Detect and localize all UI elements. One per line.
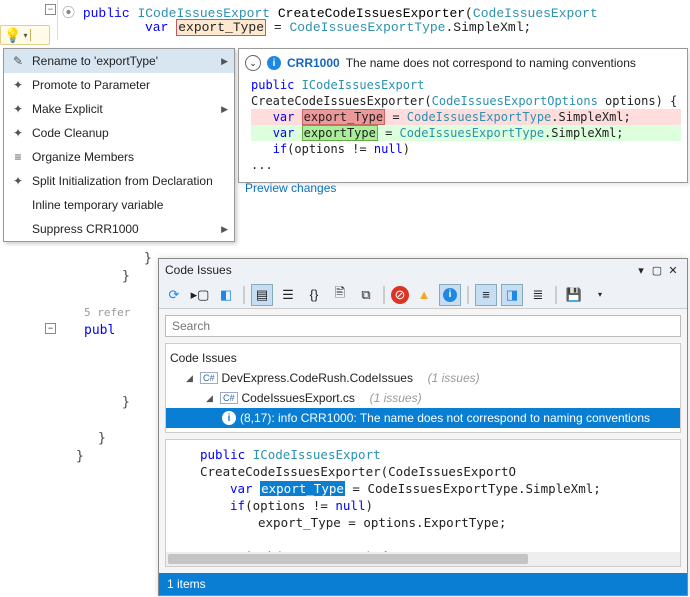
code-line-2[interactable]: var export_Type = CodeIssuesExportType.S… (145, 20, 531, 35)
menu-item-label: Code Cleanup (32, 126, 109, 140)
layout-button[interactable]: ◨ (501, 284, 523, 306)
brackets-button[interactable]: {} (303, 284, 325, 306)
separator (555, 286, 557, 304)
action-icon (10, 197, 26, 213)
info-icon: i (267, 56, 281, 70)
diff-view: public ICodeIssuesExport CreateCodeIssue… (251, 77, 681, 173)
separator (383, 286, 385, 304)
warning-filter-button[interactable]: ▲ (413, 284, 435, 306)
csharp-badge-icon: C# (220, 392, 238, 404)
menu-item[interactable]: ✦ Code Cleanup (4, 121, 234, 145)
editor-area: − 💡 ▾ ⦿ public ICodeIssuesExport CreateC… (0, 0, 690, 40)
info-icon: i (222, 411, 236, 425)
menu-item[interactable]: ✦ Make Explicit ▶ (4, 97, 234, 121)
lightbulb-icon: 💡 (4, 27, 21, 44)
menu-item-label: Suppress CRR1000 (32, 222, 139, 236)
action-icon: ✎ (10, 53, 26, 69)
tree-issue-row[interactable]: i (8,17): info CRR1000: The name does no… (166, 408, 680, 428)
submenu-arrow-icon: ▶ (221, 104, 228, 115)
preview-header: ⌄ i CRR1000 The name does not correspond… (245, 55, 681, 71)
tree-twisty-icon[interactable]: ◢ (206, 393, 216, 404)
refresh-button[interactable]: ⟳ (163, 284, 185, 306)
align-center-button[interactable]: ≣ (527, 284, 549, 306)
status-bar: 1 items (159, 573, 687, 595)
copy-button[interactable]: ⧉ (355, 284, 377, 306)
menu-item[interactable]: ✦ Promote to Parameter (4, 73, 234, 97)
menu-item[interactable]: ✦ Split Initialization from Declaration (4, 169, 234, 193)
separator (243, 286, 245, 304)
view-file-button[interactable]: ▤ (251, 284, 273, 306)
highlighted-identifier[interactable]: export_Type (176, 19, 266, 36)
error-filter-button[interactable]: ⊘ (391, 286, 409, 304)
save-menu-button[interactable]: ▾ (589, 284, 611, 306)
menu-item[interactable]: ≡ Organize Members (4, 145, 234, 169)
menu-item[interactable]: Inline temporary variable (4, 193, 234, 217)
menu-item[interactable]: ✎ Rename to 'exportType' ▶ (4, 49, 234, 73)
menu-item-label: Rename to 'exportType' (32, 54, 158, 68)
fold-minus-icon-2[interactable]: − (45, 323, 56, 334)
menu-item-label: Organize Members (32, 150, 134, 164)
quick-actions-menu: ✎ Rename to 'exportType' ▶ ✦ Promote to Para… (3, 48, 235, 242)
tree-project-row[interactable]: ◢ C# DevExpress.CodeRush.CodeIssues (1 i… (166, 368, 680, 388)
preview-panel: ⌄ i CRR1000 The name does not correspond… (238, 48, 688, 183)
separator (467, 286, 469, 304)
search-input[interactable] (165, 315, 681, 337)
action-icon: ✦ (10, 125, 26, 141)
info-filter-button[interactable]: i (439, 284, 461, 306)
gutter: − 💡 ▾ (0, 0, 58, 40)
tree-button[interactable]: 🖹 (329, 284, 351, 306)
lightbulb-button[interactable]: 💡 ▾ (0, 25, 50, 45)
submenu-arrow-icon: ▶ (221, 56, 228, 67)
align-left-button[interactable]: ≡ (475, 284, 497, 306)
rule-id: CRR1000 (287, 56, 340, 70)
action-icon (10, 221, 26, 237)
close-icon[interactable]: ✕ (665, 264, 681, 277)
fold-minus-icon[interactable]: − (45, 4, 56, 15)
collapse-icon[interactable]: ⌄ (245, 55, 261, 71)
csharp-badge-icon: C# (200, 372, 218, 384)
scope-button[interactable]: ▸▢ (189, 284, 211, 306)
tool-toolbar: ⟳ ▸▢ ◧ ▤ ☰ {} 🖹 ⧉ ⊘ ▲ i ≡ ◨ ≣ 💾 ▾ (159, 281, 687, 309)
horizontal-scrollbar[interactable] (166, 552, 680, 566)
window-menu-icon[interactable]: ▾ (633, 264, 649, 277)
vbar (30, 29, 31, 41)
pin-icon[interactable]: ▢ (649, 264, 665, 277)
code-issues-window: Code Issues ▾ ▢ ✕ ⟳ ▸▢ ◧ ▤ ☰ {} 🖹 ⧉ ⊘ ▲ … (158, 258, 688, 596)
tree-tab-header[interactable]: Code Issues (166, 348, 680, 368)
tree-file-row[interactable]: ◢ C# CodeIssuesExport.cs (1 issues) (166, 388, 680, 408)
menu-item-label: Make Explicit (32, 102, 103, 116)
save-button[interactable]: 💾 (563, 284, 585, 306)
tool-title-text: Code Issues (165, 263, 232, 277)
action-icon: ✦ (10, 101, 26, 117)
rule-message: The name does not correspond to naming c… (346, 56, 636, 70)
code-line-1[interactable]: ⦿ public ICodeIssuesExport CreateCodeIss… (62, 2, 598, 21)
menu-item[interactable]: Suppress CRR1000 ▶ (4, 217, 234, 241)
chevron-down-icon: ▾ (23, 31, 27, 40)
view-list-button[interactable]: ☰ (277, 284, 299, 306)
selected-identifier: export_Type (260, 481, 345, 496)
preview-changes-link[interactable]: Preview changes (245, 181, 336, 195)
background-code: } } 5 refer publ } } } (62, 250, 152, 466)
tool-titlebar[interactable]: Code Issues ▾ ▢ ✕ (159, 259, 687, 281)
tree-twisty-icon[interactable]: ◢ (186, 373, 196, 384)
code-preview[interactable]: public ICodeIssuesExport CreateCodeIssue… (165, 439, 681, 567)
issues-tree: Code Issues ◢ C# DevExpress.CodeRush.Cod… (165, 343, 681, 433)
action-icon: ✦ (10, 77, 26, 93)
action-icon: ✦ (10, 173, 26, 189)
submenu-arrow-icon: ▶ (221, 224, 228, 235)
menu-item-label: Promote to Parameter (32, 78, 150, 92)
action-icon: ≡ (10, 149, 26, 165)
menu-item-label: Inline temporary variable (32, 198, 163, 212)
options-button[interactable]: ◧ (215, 284, 237, 306)
menu-item-label: Split Initialization from Declaration (32, 174, 213, 188)
